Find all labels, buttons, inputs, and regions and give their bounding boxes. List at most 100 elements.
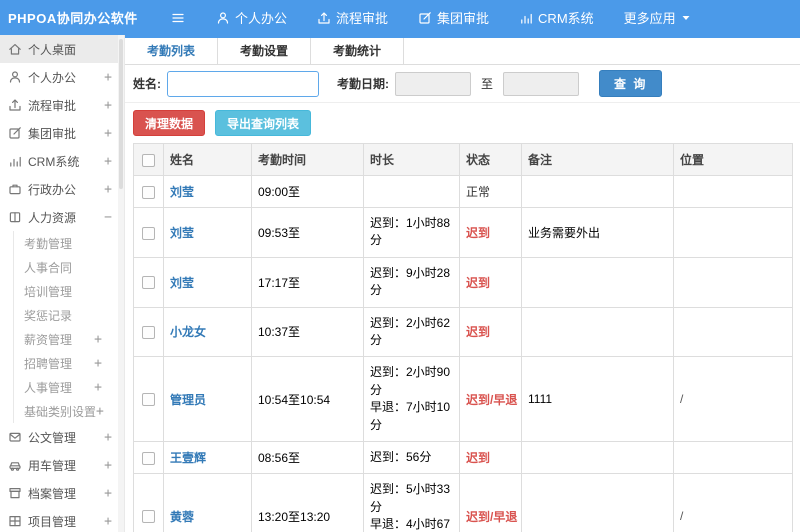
expand-icon[interactable]: + [94, 356, 102, 371]
user-icon [216, 11, 230, 25]
expand-icon[interactable]: + [104, 154, 112, 169]
topnav-item-1[interactable]: 个人办公 [216, 8, 287, 27]
collapse-icon[interactable]: − [104, 210, 112, 225]
expand-icon[interactable]: + [104, 514, 112, 529]
sidebar-item-10[interactable]: 档案管理 + [0, 479, 124, 507]
employee-name-link[interactable]: 刘莹 [170, 185, 194, 199]
app-logo[interactable]: PHPOA协同办公软件 [0, 8, 158, 27]
expand-icon[interactable]: + [94, 332, 102, 347]
briefcase-icon [8, 182, 22, 196]
row-checkbox[interactable] [142, 451, 155, 465]
home-icon [8, 42, 22, 56]
sidebar-subitem-1[interactable]: 考勤管理 [14, 231, 124, 255]
expand-icon[interactable]: + [94, 380, 102, 395]
row-checkbox[interactable] [142, 510, 155, 524]
select-all-checkbox[interactable] [142, 153, 155, 167]
column-header-5: 备注 [521, 143, 674, 176]
sidebar-subitem-3[interactable]: 培训管理 [14, 279, 124, 303]
topnav-item-4[interactable]: CRM系统 [519, 8, 594, 27]
topnav-item-3[interactable]: 集团审批 [418, 8, 489, 27]
sidebar-item-2[interactable]: 个人办公 + [0, 63, 124, 91]
name-filter-input[interactable] [167, 70, 319, 97]
tab-2[interactable]: 考勤设置 [218, 38, 312, 64]
sidebar-item-1[interactable]: 个人桌面 [0, 35, 124, 63]
action-bar: 清理数据 导出查询列表 [125, 103, 800, 143]
status-badge: 迟到 [466, 451, 491, 466]
attendance-time: 13:20至13:20 [251, 473, 364, 532]
column-header-4: 状态 [459, 143, 522, 176]
attendance-time: 09:53至 [251, 207, 364, 258]
sidebar-subitem-7[interactable]: 人事管理 + [14, 375, 124, 399]
duration-cell: 迟到：1小时88分 [363, 207, 460, 258]
row-checkbox[interactable] [142, 276, 155, 290]
export-list-button[interactable]: 导出查询列表 [215, 110, 312, 136]
date-to-label: 至 [481, 77, 494, 91]
attendance-time: 09:00至 [251, 175, 364, 208]
sidebar-subitem-5[interactable]: 薪资管理 + [14, 327, 124, 351]
caret-down-icon [681, 13, 691, 23]
column-header-2: 考勤时间 [251, 143, 364, 176]
expand-icon[interactable]: + [104, 70, 112, 85]
employee-name-link[interactable]: 小龙女 [170, 325, 206, 339]
attendance-time: 08:56至 [251, 440, 364, 475]
sidebar-item-label: CRM系统 [28, 154, 80, 169]
sidebar-item-6[interactable]: 行政办公 + [0, 175, 124, 203]
sidebar-subitem-6[interactable]: 招聘管理 + [14, 351, 124, 375]
sidebar-item-11[interactable]: 项目管理 + [0, 507, 124, 532]
note-cell [521, 175, 674, 208]
archive-icon [8, 486, 22, 500]
sidebar-item-label: 公文管理 [28, 430, 77, 445]
tab-3[interactable]: 考勤统计 [311, 38, 405, 64]
sidebar-item-label: 人力资源 [28, 210, 77, 225]
expand-icon[interactable]: + [104, 430, 112, 445]
expand-icon[interactable]: + [104, 98, 112, 113]
row-checkbox[interactable] [142, 393, 155, 407]
sidebar-subitem-8[interactable]: 基础类别设置 + [14, 399, 124, 423]
topnav-item-5[interactable]: 更多应用 [624, 8, 691, 27]
sidebar-scrollbar-thumb[interactable] [119, 39, 123, 189]
expand-icon[interactable]: + [104, 458, 112, 473]
sidebar-item-9[interactable]: 用车管理 + [0, 451, 124, 479]
chart-icon [8, 154, 22, 168]
employee-name-link[interactable]: 黄蓉 [170, 510, 194, 524]
sidebar-item-4[interactable]: 集团审批 + [0, 119, 124, 147]
sidebar-scrollbar[interactable] [118, 35, 124, 532]
date-from-input[interactable] [395, 71, 471, 96]
sidebar-item-7[interactable]: 人力资源 − [0, 203, 124, 231]
employee-name-link[interactable]: 刘莹 [170, 226, 194, 240]
sidebar-item-label: 行政办公 [28, 182, 77, 197]
sidebar: 个人桌面 个人办公 + 流程审批 + 集团审批 + CRM系统 + 行政办公 + 人力资源 − 考勤管理人… [0, 35, 125, 532]
row-checkbox[interactable] [142, 226, 155, 240]
topnav-item-2[interactable]: 流程审批 [317, 8, 388, 27]
expand-icon[interactable]: + [104, 126, 112, 141]
search-button[interactable]: 查 询 [599, 70, 663, 97]
note-cell [521, 473, 674, 532]
clean-data-button[interactable]: 清理数据 [133, 110, 206, 136]
attendance-time: 10:37至 [251, 306, 364, 358]
menu-icon [170, 11, 186, 25]
employee-name-link[interactable]: 王壹辉 [170, 451, 206, 465]
employee-name-link[interactable]: 管理员 [170, 393, 206, 407]
location-cell [673, 256, 793, 308]
sidebar-item-5[interactable]: CRM系统 + [0, 147, 124, 175]
sidebar-item-label: 用车管理 [28, 458, 77, 473]
tab-1[interactable]: 考勤列表 [125, 38, 219, 64]
sidebar-item-3[interactable]: 流程审批 + [0, 91, 124, 119]
menu-toggle-icon[interactable] [170, 11, 186, 25]
sidebar-subitem-4[interactable]: 奖惩记录 [14, 303, 124, 327]
location-cell [673, 306, 793, 358]
employee-name-link[interactable]: 刘莹 [170, 276, 194, 290]
expand-icon[interactable]: + [104, 486, 112, 501]
table-row: 刘莹 09:00至 正常 [133, 175, 793, 208]
chart-icon [519, 11, 533, 25]
sidebar-subitem-2[interactable]: 人事合同 [14, 255, 124, 279]
main-area: 个人桌面 个人办公 + 流程审批 + 集团审批 + CRM系统 + 行政办公 + 人力资源 − 考勤管理人… [0, 35, 800, 532]
row-checkbox[interactable] [142, 326, 155, 340]
duration-cell: 迟到：2小时62分 [363, 306, 460, 358]
expand-icon[interactable]: + [96, 404, 104, 419]
row-checkbox[interactable] [142, 185, 155, 199]
sidebar-item-label: 集团审批 [28, 126, 77, 141]
sidebar-item-8[interactable]: 公文管理 + [0, 423, 124, 451]
date-to-input[interactable] [503, 71, 580, 96]
expand-icon[interactable]: + [104, 182, 112, 197]
